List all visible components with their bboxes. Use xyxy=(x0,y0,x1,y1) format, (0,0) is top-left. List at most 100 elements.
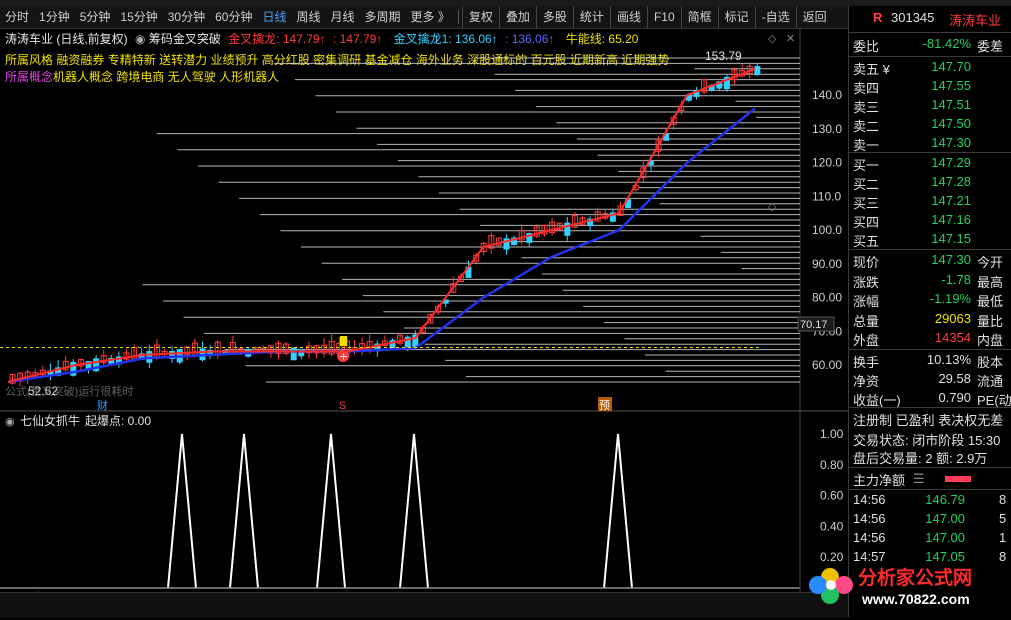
stat2-row-label: 换手 xyxy=(853,355,880,370)
tick-time: 14:56 xyxy=(853,530,886,545)
bid-row: 买一 147.29 xyxy=(853,155,1011,174)
bid-row: 买四 147.16 xyxy=(853,212,1011,231)
stat-row-value: 147.30 xyxy=(931,252,971,267)
candlesticks xyxy=(9,62,761,387)
bid-row-label: 买二 xyxy=(853,177,880,192)
price-marker: 70.17 xyxy=(800,319,828,331)
diamond-icon: ◇ xyxy=(768,200,777,213)
tick-price: 147.00 xyxy=(925,511,965,526)
tick-volume: 1 xyxy=(999,530,1007,545)
marker-yu: 预 xyxy=(599,399,610,412)
quote-panel: R 301345 涛涛车业 委比 -81.42% 委差 卖五 ¥ 147.70 卖四… xyxy=(848,6,1011,617)
stat-row-right-label: 最高 xyxy=(977,274,1004,290)
indicator-spike xyxy=(399,433,429,589)
price-tick-label: 110.0 xyxy=(812,189,841,203)
weicha-label: 委差 xyxy=(977,39,1004,54)
bid-row: 买二 147.28 xyxy=(853,174,1011,193)
indicator-spike xyxy=(603,433,633,589)
price-chart[interactable]: 140.0130.0120.0110.0100.090.0080.0070.00… xyxy=(0,0,848,412)
stat2-row-right-label: 股本 xyxy=(977,355,1004,370)
bid-row: 买五 147.15 xyxy=(853,231,1011,250)
stat-row-right-label: 内盘 xyxy=(977,333,1004,348)
ask-row: 卖三 147.51 xyxy=(853,97,1011,116)
tick-time: 14:56 xyxy=(853,511,886,526)
stat-row-label: 现价 xyxy=(853,255,880,270)
stat-row: 外盘 14354 内盘 xyxy=(853,330,1011,349)
stat-row-value: -1.19% xyxy=(929,291,971,306)
price-tick-label: 60.00 xyxy=(812,358,842,372)
stat-row-right-label: 最低 xyxy=(977,294,1004,309)
stat-row: 涨跌 -1.78 最高 xyxy=(853,272,1011,291)
stat2-row-value: 0.790 xyxy=(938,390,971,405)
indicator-spike xyxy=(316,433,346,589)
tick-time: 14:56 xyxy=(853,492,886,507)
price-tick-label: 120.0 xyxy=(812,156,842,170)
ask-row-value: 147.50 xyxy=(931,116,971,131)
indicator-tick-label: 0.40 xyxy=(820,519,844,533)
stock-code[interactable]: 301345 xyxy=(891,10,934,25)
bid-row-label: 买五 xyxy=(853,234,880,249)
stat2-row-label: 净资 xyxy=(853,374,880,389)
stat2-row: 换手 10.13% 股本 xyxy=(853,352,1011,371)
indicator-tick-label: 0.80 xyxy=(820,458,844,472)
webi-label: 委比 xyxy=(853,39,880,54)
ask-row-label: 卖四 xyxy=(853,81,880,96)
tick-price: 147.00 xyxy=(925,530,965,545)
indicator-value: 起爆点: 0.00 xyxy=(85,414,151,428)
ask-row-label: 卖五 ¥ xyxy=(853,62,890,77)
tags-row: 注册制 已盈利 表决权无差 xyxy=(853,410,1011,429)
bid-row-label: 买三 xyxy=(853,196,880,211)
main-force-label[interactable]: 主力净额 xyxy=(853,470,905,489)
tick-volume: 5 xyxy=(999,511,1007,526)
list-icon[interactable]: ☰ xyxy=(913,471,925,487)
bid-row-label: 买四 xyxy=(853,215,880,230)
indicator-chart[interactable]: 1.000.800.600.400.20 ◉ 七仙女抓牛 起爆点: 0.00 2… xyxy=(0,412,848,592)
marker-cai: 财 xyxy=(97,398,108,412)
stock-name[interactable]: 涛涛车业 xyxy=(949,10,1001,29)
indicator-toggle-icon: ◉ xyxy=(5,415,15,428)
price-tick-label: 90.00 xyxy=(812,257,842,271)
indicator-spike xyxy=(167,433,197,589)
tick-price: 146.79 xyxy=(925,492,965,507)
webi-value: -81.42% xyxy=(922,36,971,51)
ask-row-label: 卖三 xyxy=(853,100,880,115)
bid-row-label: 买一 xyxy=(853,158,880,173)
main-force-bar xyxy=(945,476,971,482)
tick-row: 14:56 146.79 8 xyxy=(853,492,1011,511)
stat2-row-value: 29.58 xyxy=(938,371,971,386)
ask-row: 卖五 ¥ 147.70 xyxy=(853,59,1011,78)
stat-row-value: 29063 xyxy=(934,310,971,326)
bid-row-value: 147.15 xyxy=(931,231,971,246)
stat2-row-right-label: 流通 xyxy=(977,374,1004,389)
r-badge: R xyxy=(873,10,883,25)
overlay-note: 公式(金叉突破)运行很耗时 xyxy=(5,384,133,398)
stat-row-label: 总量 xyxy=(853,313,880,329)
main-force-row: 主力净额 ☰ xyxy=(853,470,1011,489)
diamond-icon: ◇ xyxy=(768,32,777,45)
site-watermark: 分析家公式网 www.70822.com xyxy=(800,555,1011,617)
tags-text: 注册制 已盈利 表决权无差 xyxy=(853,413,1004,428)
watermark-title: 分析家公式网 xyxy=(858,568,973,589)
stat-row-value: 14354 xyxy=(934,330,971,345)
indicator-tick-label: 0.60 xyxy=(820,489,844,503)
ask-row-value: 147.51 xyxy=(931,97,971,112)
ask-row-value: 147.55 xyxy=(931,78,971,93)
ask-row-label: 卖二 xyxy=(853,119,880,134)
stock-header: R 301345 涛涛车业 xyxy=(853,10,1011,29)
stat-row-value: -1.78 xyxy=(941,271,971,287)
bid-row: 买三 147.21 xyxy=(853,193,1011,212)
stat-row-right-label: 量比 xyxy=(977,313,1004,329)
webi-row: 委比 -81.42% 委差 xyxy=(853,36,1011,55)
plus-glyph: + xyxy=(339,350,348,363)
indicator-axis: 1.000.800.600.400.20 xyxy=(820,427,844,564)
ask-row: 卖二 147.50 xyxy=(853,116,1011,135)
ask-row-value: 147.70 xyxy=(931,59,971,74)
marker-s: S xyxy=(339,400,346,412)
bid-row-value: 147.29 xyxy=(931,155,971,170)
stat2-row-value: 10.13% xyxy=(926,352,971,367)
tick-row: 14:56 147.00 5 xyxy=(853,511,1011,530)
volume-profile xyxy=(142,57,800,383)
stat-row-label: 外盘 xyxy=(853,333,880,348)
after-hours-row: 盘后交易量: 2 额: 2.9万 xyxy=(853,448,1011,467)
close-icon: ✕ xyxy=(786,32,795,45)
